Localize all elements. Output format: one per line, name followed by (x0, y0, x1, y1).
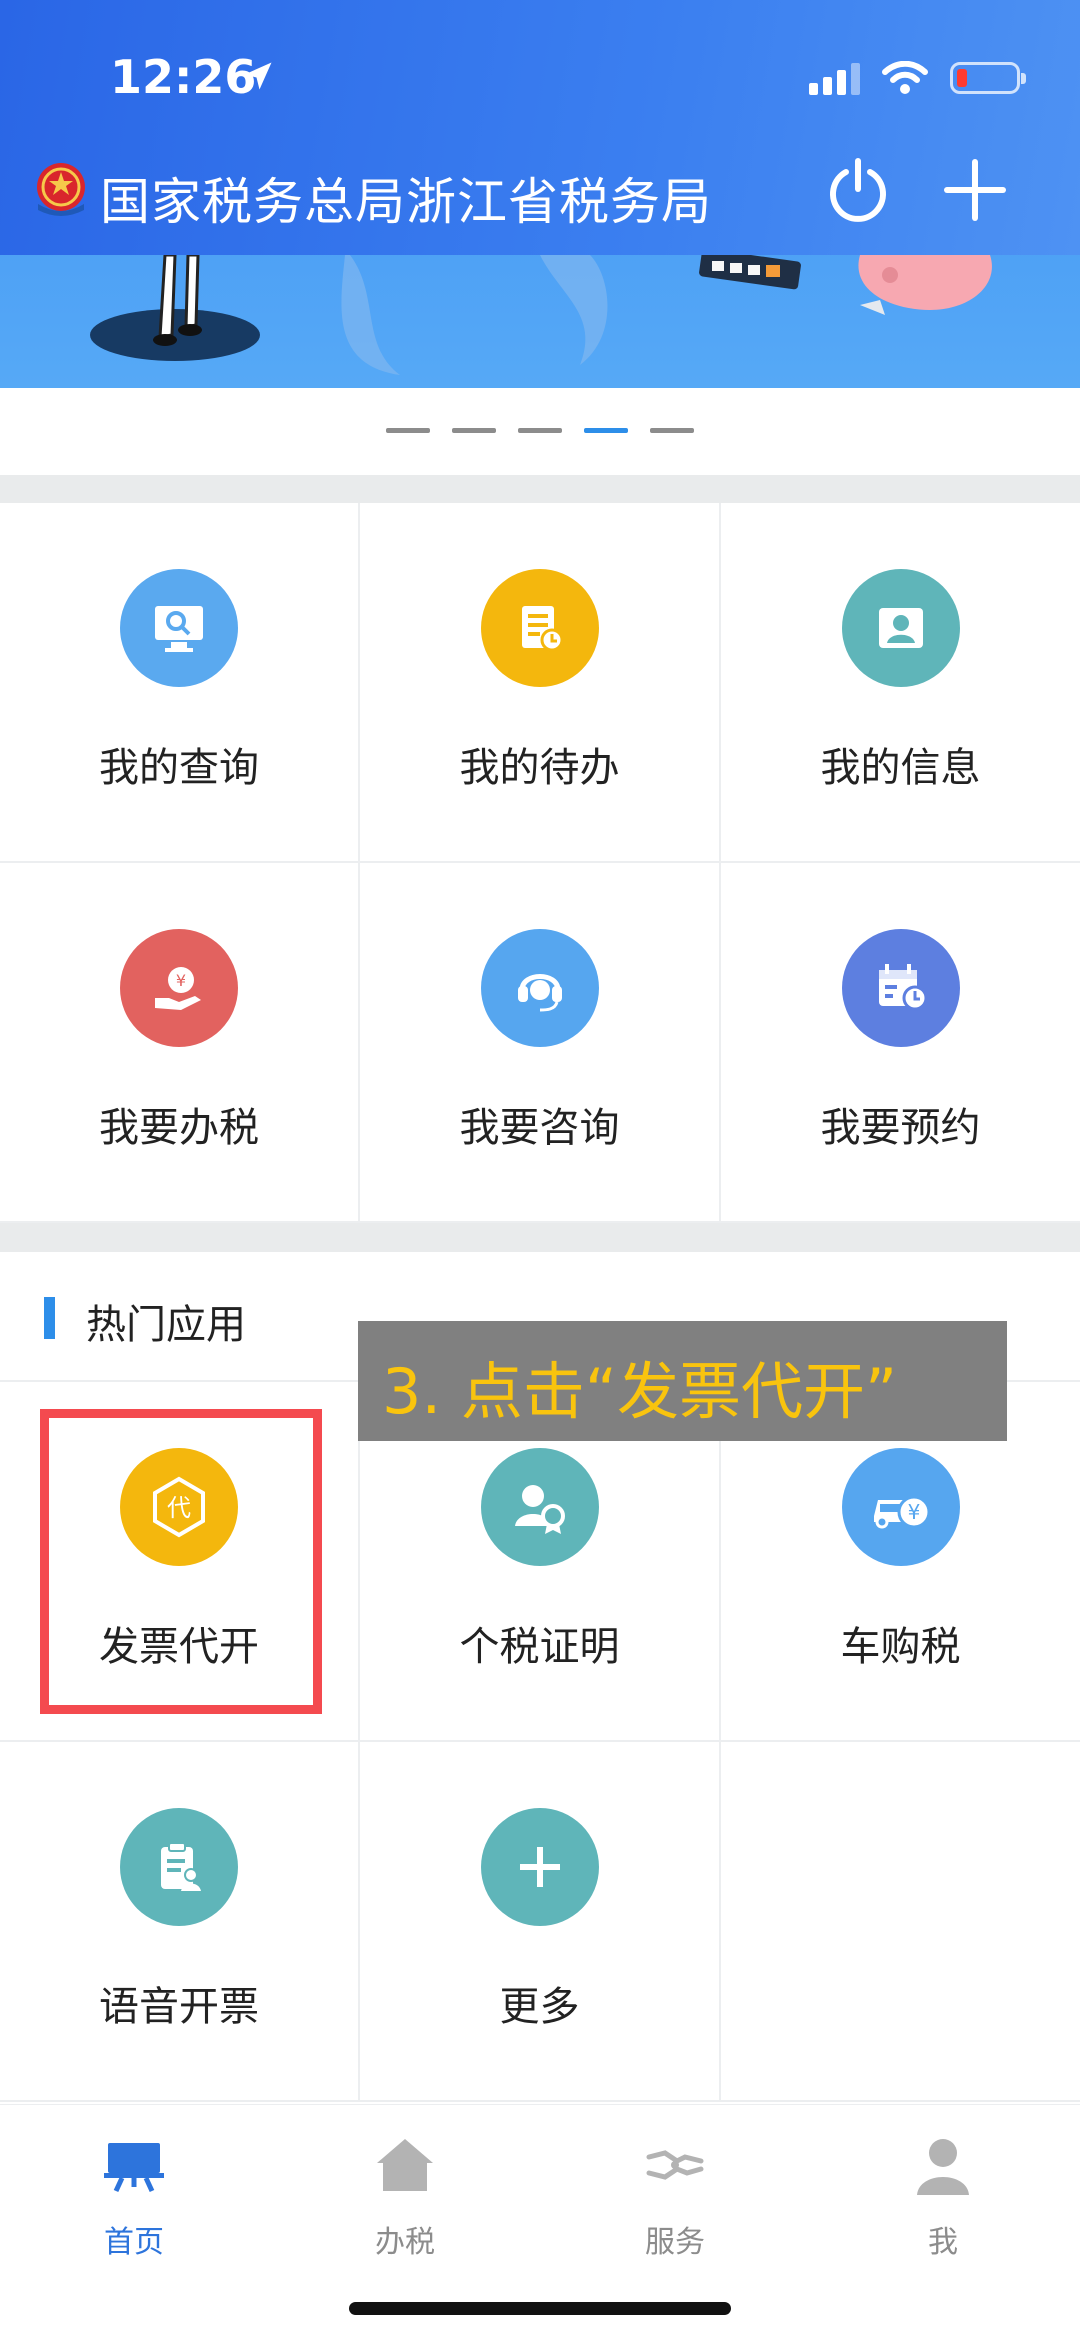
section-divider (0, 1223, 1080, 1252)
clipboard-person-icon (120, 1808, 238, 1926)
carousel-dot-5[interactable] (650, 428, 694, 433)
plus-icon (480, 1808, 599, 1926)
app-label: 更多 (499, 1984, 580, 2030)
section-accent-bar (44, 1297, 55, 1339)
highlight-box (40, 1409, 322, 1714)
power-icon[interactable] (825, 157, 891, 223)
yuan-glyph: ¥ (907, 1500, 920, 1524)
monitor-search-icon (120, 569, 238, 687)
tab-label: 首页 (104, 2225, 164, 2260)
menu-my-query[interactable]: 我的查询 (0, 503, 360, 863)
user-icon (917, 2139, 969, 2195)
menu-my-info[interactable]: 我的信息 (721, 503, 1080, 863)
carousel-dot-3[interactable] (518, 428, 562, 433)
tab-tax[interactable]: 办税 (305, 2133, 505, 2261)
handshake-icon (646, 2150, 704, 2180)
person-icon (841, 569, 960, 687)
status-time: 12:26 (110, 50, 257, 104)
battery-icon (950, 62, 1026, 94)
document-clock-icon (480, 569, 599, 687)
empty-cell (721, 1742, 1080, 2102)
home-indicator (349, 2302, 731, 2315)
home-board-icon (104, 2143, 164, 2193)
tab-label: 办税 (375, 2225, 435, 2260)
menu-label: 我要咨询 (459, 1105, 620, 1151)
tab-home[interactable]: 首页 (34, 2133, 234, 2261)
cellular-signal-icon (809, 61, 860, 95)
menu-label: 我的查询 (99, 745, 259, 791)
tax-hand-icon: ¥ (120, 929, 238, 1047)
tab-me[interactable]: 我 (843, 2133, 1043, 2261)
add-icon[interactable] (942, 157, 1008, 223)
instruction-callout: 3. 点击“发票代开” (358, 1321, 1007, 1441)
app-label: 语音开票 (99, 1984, 259, 2030)
main-menu-grid: 我的查询 我的待办 我的信息 ¥ 我要办税 我要咨询 我要预约 (0, 503, 1080, 1223)
callout-text: 3. 点击“发票代开” (382, 1355, 898, 1428)
banner[interactable]: 12:26 国家税务总局浙江省税务局 (0, 0, 1080, 388)
calendar-clock-icon (841, 929, 960, 1047)
menu-do-tax[interactable]: ¥ 我要办税 (0, 863, 360, 1223)
section-divider (0, 475, 1080, 503)
tab-label: 我 (928, 2225, 958, 2260)
banner-illustration (90, 255, 992, 375)
app-voice-invoice[interactable]: 语音开票 (0, 1742, 360, 2102)
app-header: 12:26 国家税务总局浙江省税务局 (0, 0, 1080, 255)
app-label: 个税证明 (459, 1624, 620, 1670)
carousel-dot-1[interactable] (386, 428, 430, 433)
carousel-dot-4[interactable] (584, 428, 628, 433)
tab-label: 服务 (645, 2225, 705, 2260)
menu-appointment[interactable]: 我要预约 (721, 863, 1080, 1223)
menu-my-todo[interactable]: 我的待办 (360, 503, 721, 863)
menu-label: 我要办税 (99, 1105, 259, 1151)
car-yuan-icon: ¥ (841, 1448, 960, 1566)
carousel-indicator[interactable] (0, 428, 1080, 433)
wifi-icon (882, 61, 928, 94)
menu-label: 我要预约 (820, 1105, 981, 1151)
carousel-dot-2[interactable] (452, 428, 496, 433)
svg-text:¥: ¥ (176, 971, 186, 990)
app-label: 车购税 (840, 1624, 961, 1670)
menu-consult[interactable]: 我要咨询 (360, 863, 721, 1223)
national-emblem-icon (37, 163, 85, 216)
headset-icon (480, 929, 599, 1047)
menu-label: 我的待办 (459, 745, 620, 791)
section-title: 热门应用 (86, 1302, 246, 1348)
house-icon (377, 2139, 433, 2191)
app-more[interactable]: 更多 (360, 1742, 721, 2102)
app-title: 国家税务总局浙江省税务局 (100, 173, 712, 231)
location-arrow-icon (244, 62, 272, 90)
certificate-person-icon (480, 1448, 599, 1566)
menu-label: 我的信息 (820, 745, 981, 791)
tab-service[interactable]: 服务 (575, 2133, 775, 2261)
status-indicators (809, 58, 1026, 98)
